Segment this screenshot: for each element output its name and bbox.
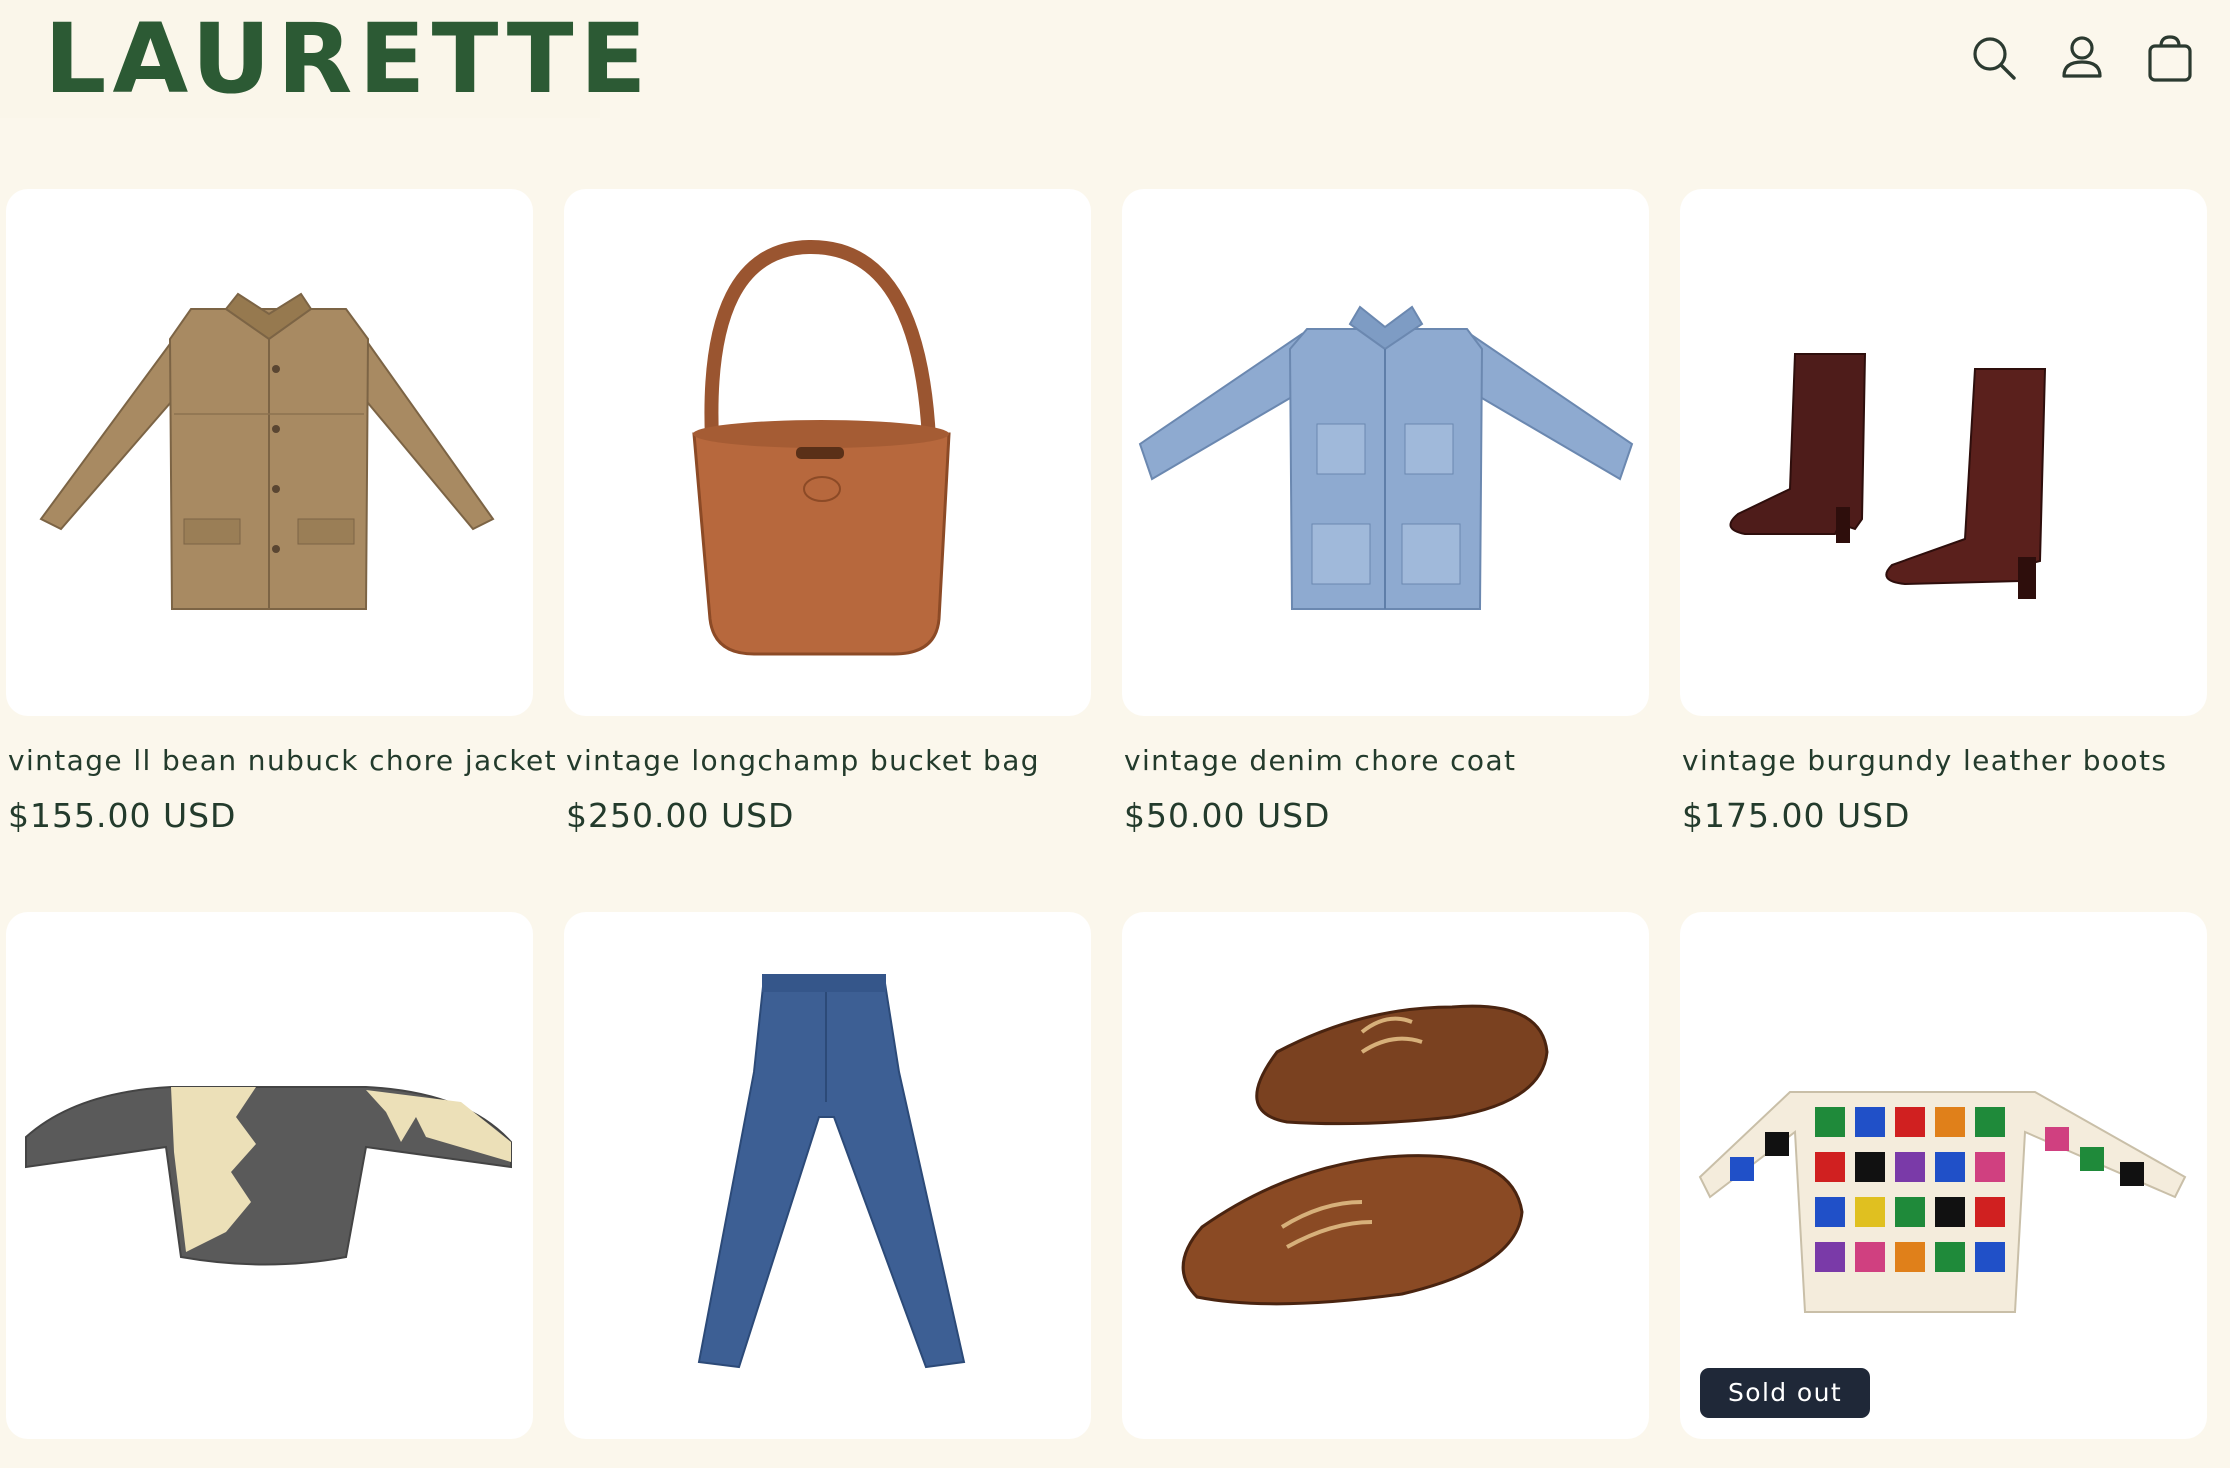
product-price: $175.00 USD — [1682, 796, 1911, 835]
product-title[interactable]: vintage ll bean nubuck chore jacket — [8, 744, 557, 777]
product-image[interactable] — [1122, 912, 1649, 1439]
product-title[interactable]: vintage burgundy leather boots — [1682, 744, 2167, 777]
sold-out-badge: Sold out — [1700, 1368, 1871, 1418]
product-title[interactable]: vintage longchamp bucket bag — [566, 744, 1040, 777]
product-image[interactable] — [1680, 912, 2207, 1439]
product-grid: vintage ll bean nubuck chore jacket $155… — [0, 0, 2230, 1468]
product-title[interactable]: vintage denim chore coat — [1124, 744, 1516, 777]
product-price: $155.00 USD — [8, 796, 237, 835]
product-image[interactable] — [1680, 189, 2207, 716]
product-image[interactable] — [1122, 189, 1649, 716]
product-price: $250.00 USD — [566, 796, 795, 835]
product-image[interactable] — [6, 912, 533, 1439]
product-image[interactable] — [564, 912, 1091, 1439]
product-image[interactable] — [564, 189, 1091, 716]
product-price: $50.00 USD — [1124, 796, 1331, 835]
product-image[interactable] — [6, 189, 533, 716]
